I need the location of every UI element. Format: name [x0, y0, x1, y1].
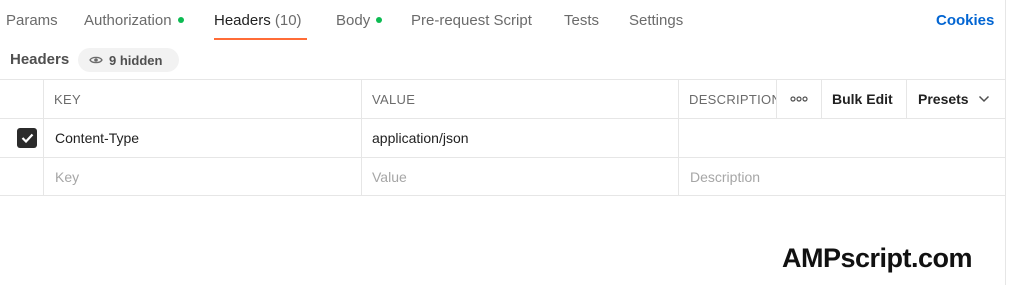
tab-count: (10)	[274, 12, 302, 29]
column-divider	[43, 119, 44, 157]
request-headers-panel: Params Authorization Headers (10) Body P…	[0, 0, 1024, 285]
status-dot-icon	[376, 17, 383, 23]
column-divider	[43, 158, 44, 196]
column-divider	[361, 80, 362, 118]
bulk-edit-button[interactable]: Bulk Edit	[832, 80, 893, 118]
panel-divider	[1005, 0, 1006, 285]
chevron-down-icon	[978, 95, 989, 103]
column-divider	[43, 80, 44, 118]
table-row-new: Key Value Description	[0, 157, 1005, 196]
column-header-description: DESCRIPTION	[689, 91, 777, 107]
tab-settings[interactable]: Settings	[629, 12, 683, 29]
tab-params[interactable]: Params	[6, 12, 58, 29]
tab-label: Pre-request Script	[411, 12, 532, 29]
request-tabs: Params Authorization Headers (10) Body P…	[0, 0, 1005, 42]
column-header-key: KEY	[54, 91, 81, 107]
column-divider	[361, 158, 362, 196]
section-title: Headers	[10, 51, 70, 68]
row-enabled-checkbox[interactable]	[17, 128, 37, 148]
tab-label: Authorization	[84, 12, 172, 29]
tab-label: Params	[6, 12, 58, 29]
tab-pre-request-script[interactable]: Pre-request Script	[411, 12, 532, 29]
tab-body[interactable]: Body	[336, 12, 383, 29]
new-value-input[interactable]: Value	[372, 158, 672, 196]
column-divider	[678, 80, 679, 118]
column-divider	[678, 158, 679, 196]
tab-label: Settings	[629, 12, 684, 29]
header-key-cell[interactable]: Content-Type	[55, 119, 355, 157]
check-icon	[21, 133, 33, 143]
column-header-value: VALUE	[372, 91, 416, 107]
presets-dropdown[interactable]: Presets	[918, 80, 990, 118]
header-value-cell[interactable]: application/json	[372, 119, 672, 157]
status-dot-icon	[177, 17, 184, 23]
tab-label: Body	[336, 12, 371, 29]
cookies-link[interactable]: Cookies	[936, 12, 994, 29]
hidden-count-label: 9 hidden	[109, 52, 163, 68]
table-row: Content-Type application/json	[0, 118, 1005, 157]
column-divider	[821, 80, 822, 118]
active-tab-indicator	[214, 38, 307, 40]
more-horizontal-icon	[789, 96, 808, 102]
tab-authorization[interactable]: Authorization	[84, 12, 184, 29]
column-options-button[interactable]	[776, 80, 821, 118]
headers-table: KEY VALUE DESCRIPTION Bulk Edit Presets	[0, 79, 1005, 196]
watermark-text: AMPscript.com	[782, 243, 973, 273]
column-divider	[678, 119, 679, 157]
tab-label: Headers	[214, 12, 271, 29]
table-header-row: KEY VALUE DESCRIPTION Bulk Edit Presets	[0, 79, 1005, 118]
tab-headers[interactable]: Headers (10)	[214, 12, 302, 29]
tab-tests[interactable]: Tests	[564, 12, 599, 29]
new-key-input[interactable]: Key	[55, 158, 355, 196]
column-divider	[361, 119, 362, 157]
new-description-input[interactable]: Description	[690, 158, 1000, 196]
hidden-headers-toggle[interactable]: 9 hidden	[78, 48, 179, 72]
column-divider	[906, 80, 907, 118]
header-description-cell[interactable]	[689, 119, 999, 157]
eye-icon	[89, 56, 103, 64]
presets-label: Presets	[918, 91, 969, 107]
tab-label: Tests	[564, 12, 600, 29]
